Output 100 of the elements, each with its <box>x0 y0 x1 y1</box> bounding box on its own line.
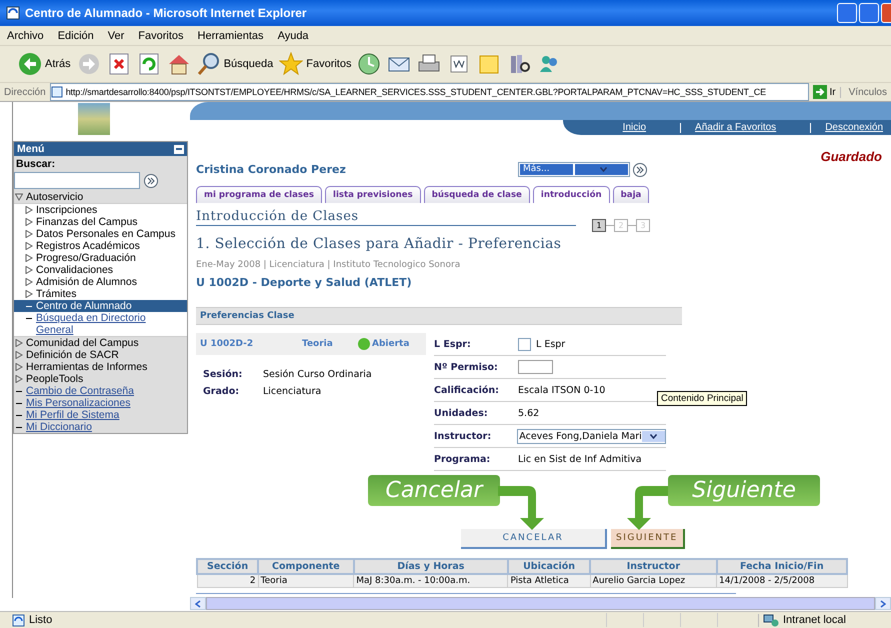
table-cell: Teoria <box>258 574 354 588</box>
expand-triangle-icon[interactable] <box>25 242 33 250</box>
checkbox-label: L Espr <box>536 338 566 350</box>
toolbar-label[interactable]: Búsqueda <box>224 58 274 70</box>
caret-icon <box>650 434 658 438</box>
dash-icon <box>26 306 32 307</box>
tab[interactable]: introducción <box>532 186 610 203</box>
menu-item[interactable]: Registros Académicos <box>36 240 140 252</box>
page-icon <box>12 614 25 626</box>
stop-icon[interactable] <box>106 52 131 76</box>
expand-triangle-icon[interactable] <box>15 339 23 347</box>
horizontal-scrollbar[interactable] <box>190 597 891 610</box>
expand-triangle-icon[interactable] <box>25 290 33 298</box>
menu-item[interactable]: Convalidaciones <box>36 264 114 276</box>
tab[interactable]: búsqueda de clase <box>424 186 530 203</box>
menu-item[interactable]: Cambio de Contraseña <box>26 385 134 397</box>
table-cell: Pista Atletica <box>508 574 590 588</box>
collapse-triangle-icon[interactable] <box>15 193 23 201</box>
column-header: Componente <box>258 559 354 574</box>
page-heading: 1. Selección de Clases para Añadir - Preferencias <box>196 236 562 252</box>
table-cell: Aurelio Garcia Lopez <box>590 574 717 588</box>
go-label[interactable]: Ir <box>830 86 836 98</box>
menu-item[interactable]: PeopleTools <box>26 373 84 385</box>
menu-bar-item[interactable]: Edición <box>50 30 101 42</box>
menu-item[interactable]: Búsqueda en Directorio General <box>36 312 185 336</box>
menu-item[interactable]: Herramientas de Informes <box>26 361 148 373</box>
collapse-icon[interactable] <box>174 144 184 154</box>
dash-icon <box>16 403 22 404</box>
menu-bar-item[interactable]: Favoritos <box>131 30 191 42</box>
menu-item[interactable]: Finanzas del Campus <box>36 216 138 228</box>
callout-arrow <box>627 484 668 530</box>
cancel-button[interactable]: CANCELAR <box>461 529 607 549</box>
expand-triangle-icon[interactable] <box>25 230 33 238</box>
expand-triangle-icon[interactable] <box>15 363 23 371</box>
links-label[interactable]: Vínculos <box>840 86 887 98</box>
more-dropdown[interactable]: Más... <box>518 162 630 177</box>
menu-bar-item[interactable]: Ver <box>100 30 132 42</box>
column-header: Días y Horas <box>354 559 508 574</box>
toolbar-label[interactable]: Atrás <box>45 58 71 70</box>
scroll-right-icon[interactable] <box>880 600 886 608</box>
field-label: Instructor: <box>434 430 492 442</box>
expand-triangle-icon[interactable] <box>25 266 33 274</box>
go-button[interactable] <box>633 162 647 176</box>
address-label: Dirección <box>4 86 46 98</box>
network-icon <box>763 614 779 626</box>
star-icon[interactable] <box>279 52 304 76</box>
status-text: Listo <box>29 614 54 626</box>
menu-item[interactable]: Autoservicio <box>26 191 84 203</box>
search-go-button[interactable] <box>144 174 158 188</box>
header-link[interactable]: Añadir a Favoritos <box>695 122 776 133</box>
search-icon[interactable] <box>196 52 221 76</box>
class-section: U 1002D-2 <box>200 339 302 349</box>
step-indicator: 1 <box>592 219 606 232</box>
expand-triangle-icon[interactable] <box>25 278 33 286</box>
double-chevron-icon <box>147 176 155 184</box>
field-label: Unidades: <box>434 408 489 418</box>
expand-triangle-icon[interactable] <box>25 218 33 226</box>
instructor-dropdown[interactable]: Aceves Fong,Daniela Mari <box>517 428 666 444</box>
expand-triangle-icon[interactable] <box>15 351 23 359</box>
menu-item[interactable]: Admisión de Alumnos <box>36 276 137 288</box>
toolbar-label[interactable]: Favoritos <box>306 58 352 70</box>
refresh-icon[interactable] <box>136 52 161 76</box>
field-label: Programa: <box>434 454 492 464</box>
menu-item[interactable]: Mi Perfil de Sistema <box>26 409 120 421</box>
table-cell: 2 <box>197 574 258 588</box>
go-arrow-icon[interactable] <box>812 85 827 99</box>
tab[interactable]: lista previsiones <box>325 186 421 203</box>
expand-triangle-icon[interactable] <box>25 254 33 262</box>
menu-bar-item[interactable]: Archivo <box>0 30 51 42</box>
tab[interactable]: baja <box>612 186 650 203</box>
header-link[interactable]: Desconexión <box>825 122 883 133</box>
menu-item[interactable]: Trámites <box>36 288 76 300</box>
tab[interactable]: mi programa de clases <box>196 186 322 203</box>
menu-item[interactable]: Definición de SACR <box>26 349 119 361</box>
home-icon[interactable] <box>166 52 191 76</box>
menu-item[interactable]: Mi Diccionario <box>26 421 92 433</box>
menu-item[interactable]: Mis Personalizaciones <box>26 397 130 409</box>
checkbox[interactable] <box>518 338 531 350</box>
menu-bar-item[interactable]: Ayuda <box>270 30 316 42</box>
search-field[interactable] <box>14 172 140 189</box>
dash-icon <box>16 415 22 416</box>
menu-title: Menú <box>17 143 44 155</box>
dash-icon <box>26 318 32 319</box>
restore-button[interactable] <box>859 3 879 23</box>
minimize-button[interactable] <box>837 3 857 23</box>
expand-triangle-icon[interactable] <box>25 206 33 214</box>
header-link[interactable]: Inicio <box>622 122 646 133</box>
menu-item[interactable]: Comunidad del Campus <box>26 337 139 349</box>
scroll-left-icon[interactable] <box>195 600 201 608</box>
next-button[interactable]: SIGUIENTE <box>611 529 685 549</box>
info-value: Sesión Curso Ordinaria <box>263 369 373 380</box>
logo-image <box>78 103 110 135</box>
history-icon[interactable] <box>357 52 382 76</box>
expand-triangle-icon[interactable] <box>15 375 23 383</box>
menu-item[interactable]: Progreso/Graduación <box>36 252 136 264</box>
menu-item[interactable]: Datos Personales en Campus <box>36 228 176 240</box>
address-field[interactable]: http://smartdesarrollo:8400/psp/ITSONTST/EMPLOYEE/HRMS/c/SA_LEARNER_SERVICES.SSS_STUDENT_CENTER.GBL?PORTALPARAM_PTCNAV=HC_SSS_STUDENT_CE <box>50 83 809 101</box>
input-field[interactable] <box>518 360 553 374</box>
menu-bar-item[interactable]: Herramientas <box>190 30 271 42</box>
menu-item[interactable]: Inscripciones <box>36 204 98 216</box>
